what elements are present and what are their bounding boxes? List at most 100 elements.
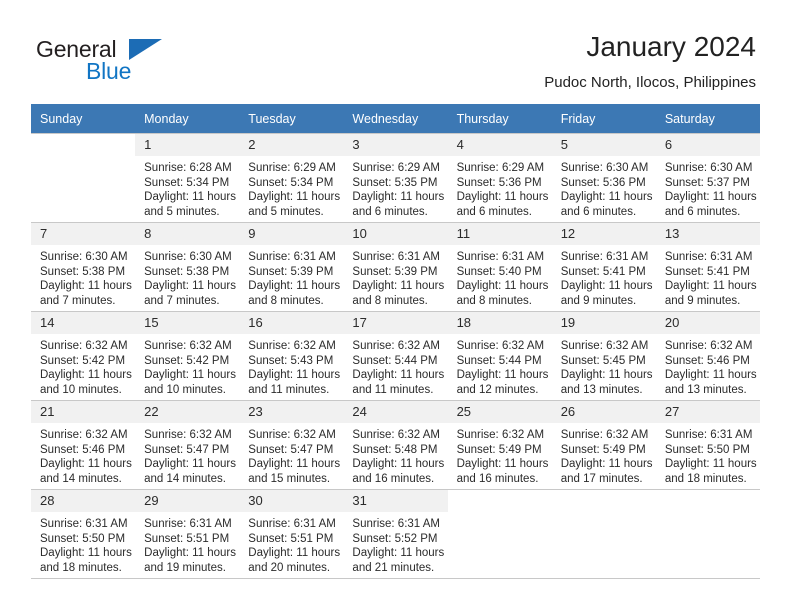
daylight-text-line1: Daylight: 11 hours <box>248 191 341 204</box>
sunset-text: Sunset: 5:36 PM <box>560 176 646 189</box>
daylight-text-line2: and 11 minutes. <box>352 383 434 396</box>
day-cell[interactable]: 11 Sunrise: 6:31 AM Sunset: 5:40 PM Dayl… <box>447 222 552 312</box>
sunrise-text: Sunrise: 6:32 AM <box>352 340 440 352</box>
daylight-text-line1: Daylight: 11 hours <box>144 191 236 204</box>
day-number: 11 <box>447 223 552 245</box>
daylight-text-line2: and 9 minutes. <box>560 294 637 307</box>
calendar-header-row: Sunday Monday Tuesday Wednesday Thursday… <box>31 104 760 134</box>
daylight-text-line1: Daylight: 11 hours <box>40 547 132 560</box>
day-cell[interactable]: 17 Sunrise: 6:32 AM Sunset: 5:44 PM Dayl… <box>343 311 448 401</box>
daylight-text-line2: and 13 minutes. <box>560 383 643 396</box>
sunset-text: Sunset: 5:51 PM <box>248 532 334 545</box>
day-cell <box>447 489 552 579</box>
sunrise-text: Sunrise: 6:31 AM <box>144 518 232 530</box>
day-cell[interactable]: 13 Sunrise: 6:31 AM Sunset: 5:41 PM Dayl… <box>655 222 760 312</box>
daylight-text-line1: Daylight: 11 hours <box>144 369 236 382</box>
day-cell[interactable]: 9 Sunrise: 6:31 AM Sunset: 5:39 PM Dayli… <box>239 222 344 312</box>
daylight-text-line1: Daylight: 11 hours <box>456 458 549 471</box>
day-cell[interactable]: 23 Sunrise: 6:32 AM Sunset: 5:47 PM Dayl… <box>239 400 344 490</box>
weekday-header-wednesday: Wednesday <box>343 104 448 134</box>
sunset-text: Sunset: 5:45 PM <box>560 354 646 367</box>
daylight-text-line2: and 6 minutes. <box>664 205 741 218</box>
sunrise-text: Sunrise: 6:31 AM <box>40 518 128 530</box>
day-cell[interactable]: 25 Sunrise: 6:32 AM Sunset: 5:49 PM Dayl… <box>447 400 552 490</box>
sunrise-text: Sunrise: 6:31 AM <box>248 251 336 263</box>
day-number: 31 <box>343 490 448 512</box>
sunset-text: Sunset: 5:41 PM <box>664 265 750 278</box>
daylight-text-line1: Daylight: 11 hours <box>352 458 445 471</box>
day-cell[interactable]: 28 Sunrise: 6:31 AM Sunset: 5:50 PM Dayl… <box>31 489 136 579</box>
day-details: Sunrise: 6:29 AM Sunset: 5:36 PM Dayligh… <box>448 156 552 219</box>
day-cell[interactable]: 6 Sunrise: 6:30 AM Sunset: 5:37 PM Dayli… <box>655 133 760 223</box>
daylight-text-line1: Daylight: 11 hours <box>40 280 132 293</box>
day-cell[interactable]: 26 Sunrise: 6:32 AM Sunset: 5:49 PM Dayl… <box>551 400 656 490</box>
day-cell[interactable]: 7 Sunrise: 6:30 AM Sunset: 5:38 PM Dayli… <box>31 222 136 312</box>
daylight-text-line2: and 21 minutes. <box>352 561 435 574</box>
day-cell[interactable]: 16 Sunrise: 6:32 AM Sunset: 5:43 PM Dayl… <box>239 311 344 401</box>
day-cell[interactable]: 29 Sunrise: 6:31 AM Sunset: 5:51 PM Dayl… <box>135 489 240 579</box>
sunset-text: Sunset: 5:50 PM <box>664 443 750 456</box>
day-details: Sunrise: 6:31 AM Sunset: 5:50 PM Dayligh… <box>656 423 760 486</box>
day-cell[interactable]: 8 Sunrise: 6:30 AM Sunset: 5:38 PM Dayli… <box>135 222 240 312</box>
sunrise-text: Sunrise: 6:29 AM <box>456 162 545 174</box>
day-cell[interactable]: 15 Sunrise: 6:32 AM Sunset: 5:42 PM Dayl… <box>135 311 240 401</box>
day-cell[interactable]: 1 Sunrise: 6:28 AM Sunset: 5:34 PM Dayli… <box>135 133 240 223</box>
day-details: Sunrise: 6:31 AM Sunset: 5:39 PM Dayligh… <box>239 245 343 308</box>
day-cell[interactable]: 18 Sunrise: 6:32 AM Sunset: 5:44 PM Dayl… <box>447 311 552 401</box>
day-cell <box>31 133 136 223</box>
day-cell[interactable]: 31 Sunrise: 6:31 AM Sunset: 5:52 PM Dayl… <box>343 489 448 579</box>
daylight-text-line1: Daylight: 11 hours <box>664 458 757 471</box>
day-cell[interactable]: 21 Sunrise: 6:32 AM Sunset: 5:46 PM Dayl… <box>31 400 136 490</box>
daylight-text-line2: and 17 minutes. <box>560 472 643 485</box>
page-subtitle: Pudoc North, Ilocos, Philippines <box>544 74 756 91</box>
day-cell[interactable]: 19 Sunrise: 6:32 AM Sunset: 5:45 PM Dayl… <box>551 311 656 401</box>
day-number: 15 <box>135 312 240 334</box>
day-cell[interactable]: 24 Sunrise: 6:32 AM Sunset: 5:48 PM Dayl… <box>343 400 448 490</box>
day-cell[interactable]: 30 Sunrise: 6:31 AM Sunset: 5:51 PM Dayl… <box>239 489 344 579</box>
day-details: Sunrise: 6:32 AM Sunset: 5:47 PM Dayligh… <box>239 423 343 486</box>
sunrise-text: Sunrise: 6:30 AM <box>144 251 232 263</box>
sunset-text: Sunset: 5:47 PM <box>144 443 230 456</box>
day-number <box>656 490 760 512</box>
daylight-text-line1: Daylight: 11 hours <box>456 369 549 382</box>
daylight-text-line1: Daylight: 11 hours <box>248 280 341 293</box>
day-number: 22 <box>135 401 240 423</box>
day-cell[interactable]: 27 Sunrise: 6:31 AM Sunset: 5:50 PM Dayl… <box>655 400 760 490</box>
day-cell[interactable]: 3 Sunrise: 6:29 AM Sunset: 5:35 PM Dayli… <box>343 133 448 223</box>
day-details: Sunrise: 6:32 AM Sunset: 5:49 PM Dayligh… <box>552 423 656 486</box>
day-cell[interactable]: 5 Sunrise: 6:30 AM Sunset: 5:36 PM Dayli… <box>551 133 656 223</box>
calendar-page: General Blue January 2024 Pudoc North, I… <box>0 0 792 612</box>
day-number: 18 <box>447 312 552 334</box>
day-details: Sunrise: 6:32 AM Sunset: 5:44 PM Dayligh… <box>448 334 552 397</box>
daylight-text-line2: and 6 minutes. <box>560 205 637 218</box>
daylight-text-line1: Daylight: 11 hours <box>664 191 757 204</box>
day-number: 13 <box>655 223 760 245</box>
sunset-text: Sunset: 5:39 PM <box>352 265 438 278</box>
general-blue-logo[interactable]: General Blue <box>36 36 216 88</box>
daylight-text-line1: Daylight: 11 hours <box>560 280 653 293</box>
day-cell[interactable]: 22 Sunrise: 6:32 AM Sunset: 5:47 PM Dayl… <box>135 400 240 490</box>
sunset-text: Sunset: 5:42 PM <box>40 354 126 367</box>
day-cell[interactable]: 2 Sunrise: 6:29 AM Sunset: 5:34 PM Dayli… <box>239 133 344 223</box>
day-details: Sunrise: 6:30 AM Sunset: 5:37 PM Dayligh… <box>656 156 760 219</box>
sunset-text: Sunset: 5:34 PM <box>248 176 334 189</box>
day-cell[interactable]: 10 Sunrise: 6:31 AM Sunset: 5:39 PM Dayl… <box>343 222 448 312</box>
daylight-text-line2: and 20 minutes. <box>248 561 331 574</box>
day-number: 27 <box>655 401 760 423</box>
day-cell[interactable]: 12 Sunrise: 6:31 AM Sunset: 5:41 PM Dayl… <box>551 222 656 312</box>
day-number <box>31 134 135 156</box>
day-details: Sunrise: 6:32 AM Sunset: 5:44 PM Dayligh… <box>343 334 447 397</box>
day-cell[interactable]: 20 Sunrise: 6:32 AM Sunset: 5:46 PM Dayl… <box>655 311 760 401</box>
sunrise-text: Sunrise: 6:32 AM <box>456 340 545 352</box>
day-number: 3 <box>343 134 448 156</box>
day-cell[interactable]: 4 Sunrise: 6:29 AM Sunset: 5:36 PM Dayli… <box>447 133 552 223</box>
day-number: 29 <box>135 490 240 512</box>
sunset-text: Sunset: 5:44 PM <box>352 354 438 367</box>
daylight-text-line1: Daylight: 11 hours <box>352 280 445 293</box>
sunset-text: Sunset: 5:38 PM <box>144 265 230 278</box>
daylight-text-line1: Daylight: 11 hours <box>144 458 236 471</box>
day-cell[interactable]: 14 Sunrise: 6:32 AM Sunset: 5:42 PM Dayl… <box>31 311 136 401</box>
daylight-text-line2: and 8 minutes. <box>352 294 428 307</box>
day-number: 7 <box>31 223 136 245</box>
sunset-text: Sunset: 5:40 PM <box>456 265 542 278</box>
